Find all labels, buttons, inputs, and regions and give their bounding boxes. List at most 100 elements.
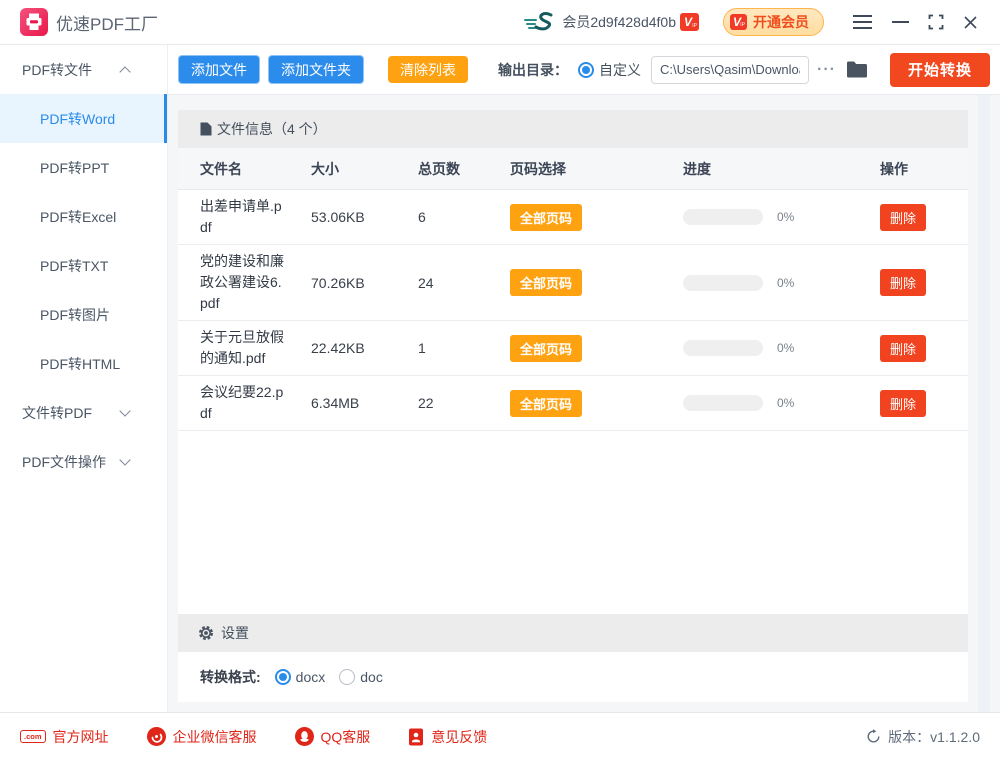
table-empty-area	[178, 431, 968, 614]
file-name: 出差申请单.pdf	[200, 196, 284, 238]
clear-list-button[interactable]: 清除列表	[388, 56, 468, 83]
file-info-header: 文件信息（4 个）	[178, 110, 968, 148]
progress-bar	[683, 209, 763, 225]
custom-dir-radio[interactable]	[578, 62, 594, 78]
version-label: 版本：v1.1.2.0	[888, 727, 980, 747]
progress-bar	[683, 275, 763, 291]
sidebar-item-pdf-to-excel[interactable]: PDF转Excel	[0, 192, 167, 241]
qq-service-link[interactable]: QQ客服	[295, 727, 371, 747]
sidebar-item-pdf-to-ppt[interactable]: PDF转PPT	[0, 143, 167, 192]
settings-title: 设置	[221, 623, 249, 643]
table-header: 文件名 大小 总页数 页码选择 进度 操作	[178, 148, 968, 190]
page-count: 6	[418, 209, 510, 225]
refresh-icon[interactable]	[866, 729, 881, 744]
minimize-button[interactable]	[890, 12, 910, 32]
feedback-link[interactable]: 意见反馈	[408, 727, 487, 747]
file-size: 53.06KB	[311, 209, 418, 225]
minimize-icon	[892, 21, 909, 23]
table-row: 出差申请单.pdf 53.06KB 6 全部页码 0% 删除	[178, 190, 968, 245]
feedback-icon	[408, 728, 424, 746]
qq-icon	[295, 727, 314, 746]
vip-badge-icon: VIP	[730, 14, 747, 30]
progress-label: 0%	[777, 396, 794, 410]
upgrade-vip-button[interactable]: VIP 开通会员	[723, 8, 824, 36]
page-select-button[interactable]: 全部页码	[510, 269, 582, 296]
app-logo-icon	[20, 8, 48, 36]
chevron-down-icon	[119, 454, 130, 465]
progress-label: 0%	[777, 276, 794, 290]
sidebar-item-pdf-to-image[interactable]: PDF转图片	[0, 290, 167, 339]
settings-row: 转换格式: docx doc	[178, 652, 968, 702]
sidebar: PDF转文件 PDF转Word PDF转PPT PDF转Excel PDF转TX…	[0, 45, 168, 712]
progress-bar	[683, 395, 763, 411]
custom-dir-option-label[interactable]: 自定义	[599, 60, 641, 80]
document-icon	[200, 122, 212, 136]
chevron-up-icon	[119, 66, 130, 77]
settings-header: 设置	[178, 614, 968, 652]
sidebar-item-pdf-to-txt[interactable]: PDF转TXT	[0, 241, 167, 290]
delete-button[interactable]: 删除	[880, 335, 926, 362]
col-action: 操作	[880, 159, 968, 179]
add-folder-button[interactable]: 添加文件夹	[268, 55, 364, 84]
file-name: 关于元旦放假的通知.pdf	[200, 327, 284, 369]
sidebar-group-pdf-to-file[interactable]: PDF转文件	[0, 45, 167, 94]
start-convert-button[interactable]: 开始转换	[890, 53, 990, 87]
vip-badge-icon: VIP	[680, 13, 699, 31]
col-page-select: 页码选择	[510, 159, 683, 179]
app-title: 优速PDF工厂	[56, 10, 158, 35]
scrollbar-track[interactable]	[978, 95, 990, 712]
wechat-service-icon	[147, 727, 166, 746]
titlebar: 优速PDF工厂 会员2d9f428d4f0b VIP VIP 开通会员	[0, 0, 1000, 45]
delete-button[interactable]: 删除	[880, 390, 926, 417]
doc-radio[interactable]	[339, 669, 355, 685]
format-label: 转换格式:	[200, 667, 261, 687]
menu-button[interactable]	[852, 12, 872, 32]
close-icon	[962, 14, 979, 31]
col-filename: 文件名	[200, 159, 311, 179]
page-select-button[interactable]: 全部页码	[510, 204, 582, 231]
sidebar-item-pdf-to-html[interactable]: PDF转HTML	[0, 339, 167, 388]
page-count: 22	[418, 395, 510, 411]
page-select-button[interactable]: 全部页码	[510, 390, 582, 417]
add-file-button[interactable]: 添加文件	[178, 55, 260, 84]
main-area: 添加文件 添加文件夹 清除列表 输出目录： 自定义 ··· 开始转换 文件信息	[168, 45, 1000, 712]
format-option-docx[interactable]: docx	[275, 669, 326, 685]
wechat-service-link[interactable]: 企业微信客服	[147, 727, 257, 747]
page-count: 24	[418, 275, 510, 291]
sidebar-group-file-to-pdf[interactable]: 文件转PDF	[0, 388, 167, 437]
delete-button[interactable]: 删除	[880, 269, 926, 296]
official-website-link[interactable]: .com 官方网址	[20, 727, 109, 747]
website-icon: .com	[20, 730, 46, 744]
table-row: 会议纪要22.pdf 6.34MB 22 全部页码 0% 删除	[178, 376, 968, 431]
member-label[interactable]: 会员2d9f428d4f0b	[562, 12, 676, 32]
maximize-button[interactable]	[926, 12, 946, 32]
output-path-input[interactable]	[651, 56, 809, 84]
delete-button[interactable]: 删除	[880, 204, 926, 231]
app-window: 优速PDF工厂 会员2d9f428d4f0b VIP VIP 开通会员	[0, 0, 1000, 760]
page-select-button[interactable]: 全部页码	[510, 335, 582, 362]
page-count: 1	[418, 340, 510, 356]
toolbar: 添加文件 添加文件夹 清除列表 输出目录： 自定义 ··· 开始转换	[168, 45, 1000, 95]
col-pages: 总页数	[418, 159, 510, 179]
browse-more-button[interactable]: ···	[817, 61, 836, 79]
file-name: 党的建设和廉政公署建设6.pdf	[200, 251, 284, 314]
output-dir-label: 输出目录：	[498, 60, 568, 80]
close-button[interactable]	[960, 12, 980, 32]
file-size: 6.34MB	[311, 395, 418, 411]
sidebar-item-pdf-to-word[interactable]: PDF转Word	[0, 94, 167, 143]
open-folder-button[interactable]	[846, 61, 868, 79]
file-info-title: 文件信息（4 个）	[217, 119, 327, 139]
file-size: 22.42KB	[311, 340, 418, 356]
docx-radio[interactable]	[275, 669, 291, 685]
speed-logo-icon	[524, 11, 554, 33]
folder-icon	[846, 61, 868, 79]
file-size: 70.26KB	[311, 275, 418, 291]
file-list-panel: 文件信息（4 个） 文件名 大小 总页数 页码选择 进度 操作 出差申请单.pd…	[178, 110, 968, 702]
version-info: 版本：v1.1.2.0	[866, 727, 980, 747]
format-option-doc[interactable]: doc	[339, 669, 383, 685]
footer: .com 官方网址 企业微信客服 QQ客服 意	[0, 712, 1000, 760]
file-name: 会议纪要22.pdf	[200, 382, 284, 424]
sidebar-group-pdf-operations[interactable]: PDF文件操作	[0, 437, 167, 486]
table-row: 党的建设和廉政公署建设6.pdf 70.26KB 24 全部页码 0% 删除	[178, 245, 968, 321]
table-row: 关于元旦放假的通知.pdf 22.42KB 1 全部页码 0% 删除	[178, 321, 968, 376]
